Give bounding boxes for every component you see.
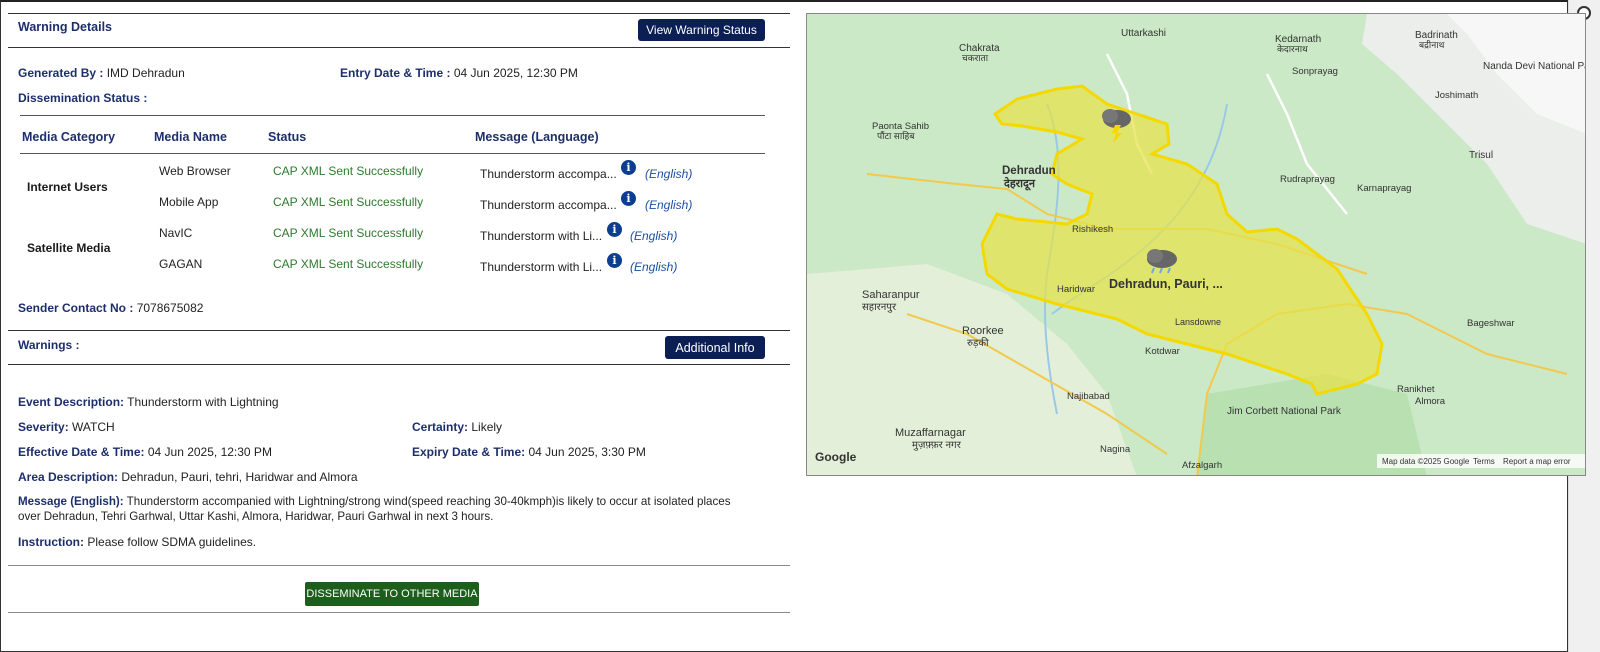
- map-place-label: Trisul: [1469, 150, 1493, 161]
- table-row-media-name: GAGAN: [159, 257, 203, 271]
- map-place-label: मुज़फ़्फ़र नगर: [912, 440, 962, 451]
- area-description: Area Description: Dehradun, Pauri, tehri…: [18, 470, 358, 484]
- map-place-label: Bageshwar: [1467, 318, 1515, 329]
- sender-contact: Sender Contact No : 7078675082: [18, 301, 204, 315]
- generated-by: Generated By : IMD Dehradun: [18, 66, 185, 80]
- certainty: Certainty: Likely: [412, 420, 503, 434]
- map-place-label: Roorkee: [962, 325, 1004, 337]
- divider: [8, 565, 790, 566]
- map-terms-link[interactable]: Terms: [1473, 457, 1495, 466]
- column-header-status: Status: [268, 130, 307, 144]
- expiry-date-time: Expiry Date & Time: 04 Jun 2025, 3:30 PM: [412, 445, 646, 459]
- map-place-label: Rudraprayag: [1280, 174, 1335, 185]
- google-logo: Google: [815, 450, 857, 464]
- map-place-label: Kotdwar: [1145, 346, 1180, 357]
- map-attribution: Map data ©2025 Google: [1382, 457, 1470, 466]
- table-row-language-link[interactable]: (English): [645, 198, 692, 212]
- message-english: Message (English): Thunderstorm accompan…: [18, 495, 731, 523]
- info-icon[interactable]: i: [607, 222, 622, 237]
- table-divider: [20, 153, 765, 154]
- entry-date-time: Entry Date & Time : 04 Jun 2025, 12:30 P…: [340, 66, 578, 80]
- table-row-message: Thunderstorm accompa...: [480, 198, 617, 212]
- table-divider: [20, 115, 765, 116]
- dissemination-status-label: Dissemination Status :: [18, 91, 148, 105]
- map-place-label: केदारनाथ: [1277, 43, 1308, 54]
- info-icon[interactable]: i: [621, 160, 636, 175]
- divider: [8, 13, 790, 14]
- map-place-label: Ranikhet: [1397, 384, 1435, 395]
- column-header-message: Message (Language): [475, 130, 599, 144]
- map-place-label: Almora: [1415, 396, 1446, 407]
- map-place-label: Jim Corbett National Park: [1227, 406, 1342, 417]
- map-place-label: बद्रीनाथ: [1419, 39, 1445, 50]
- map-place-label: चकराता: [962, 53, 989, 63]
- warning-area-map[interactable]: Dehradun, Pauri, ... Dehradun देहरादून S…: [806, 13, 1586, 476]
- column-header-media-name: Media Name: [154, 130, 227, 144]
- map-place-label: Haridwar: [1057, 284, 1095, 295]
- category-internet-users: Internet Users: [27, 180, 108, 194]
- warning-area-label: Dehradun, Pauri, ...: [1109, 277, 1223, 291]
- map-place-label: Karnaprayag: [1357, 183, 1411, 194]
- table-row-media-name: Web Browser: [159, 164, 231, 178]
- instruction: Instruction: Please follow SDMA guidelin…: [18, 535, 257, 549]
- map-place-label: पौंटा साहिब: [877, 130, 915, 141]
- event-description: Event Description: Thunderstorm with Lig…: [18, 395, 279, 409]
- section-title: Warning Details: [18, 20, 112, 34]
- additional-info-button[interactable]: Additional Info: [665, 336, 765, 359]
- severity: Severity: WATCH: [18, 420, 115, 434]
- map-place-label: Saharanpur: [862, 289, 920, 301]
- map-place-label: Lansdowne: [1175, 317, 1221, 327]
- map-place-label: देहरादून: [1003, 176, 1036, 191]
- table-row-status: CAP XML Sent Successfully: [273, 226, 424, 240]
- map-place-label: Sonprayag: [1292, 66, 1338, 77]
- map-place-label: Rishikesh: [1072, 224, 1113, 235]
- divider: [8, 47, 790, 48]
- table-row-media-name: Mobile App: [159, 195, 219, 209]
- table-row-message: Thunderstorm accompa...: [480, 167, 617, 181]
- divider: [8, 330, 790, 331]
- disseminate-to-other-media-button[interactable]: DISSEMINATE TO OTHER MEDIA: [305, 582, 479, 606]
- table-row-language-link[interactable]: (English): [630, 260, 677, 274]
- effective-date-time: Effective Date & Time: 04 Jun 2025, 12:3…: [18, 445, 272, 459]
- map-place-label: सहारनपुर: [862, 302, 897, 313]
- report-map-error-link[interactable]: Report a map error: [1503, 457, 1571, 466]
- table-row-status: CAP XML Sent Successfully: [273, 257, 424, 271]
- map-place-label: रुड़की: [967, 337, 989, 349]
- table-row-language-link[interactable]: (English): [645, 167, 692, 181]
- info-icon[interactable]: i: [607, 253, 622, 268]
- warnings-label: Warnings :: [18, 338, 80, 352]
- table-row-status: CAP XML Sent Successfully: [273, 195, 424, 209]
- map-place-label: Afzalgarh: [1182, 460, 1222, 471]
- divider: [8, 364, 790, 365]
- map-canvas[interactable]: Dehradun, Pauri, ... Dehradun देहरादून S…: [807, 14, 1586, 476]
- divider: [8, 612, 790, 613]
- map-place-label: Joshimath: [1435, 90, 1478, 101]
- table-row-media-name: NavIC: [159, 226, 193, 240]
- category-satellite-media: Satellite Media: [27, 241, 111, 255]
- warning-details-panel: Warning Details View Warning Status Gene…: [8, 0, 790, 652]
- table-row-language-link[interactable]: (English): [630, 229, 677, 243]
- map-place-label: Nagina: [1100, 444, 1131, 455]
- column-header-media-category: Media Category: [22, 130, 116, 144]
- table-row-status: CAP XML Sent Successfully: [273, 164, 424, 178]
- map-place-label: Uttarkashi: [1121, 28, 1166, 39]
- map-place-label: Muzaffarnagar: [895, 427, 966, 439]
- info-icon[interactable]: i: [621, 191, 636, 206]
- view-warning-status-button[interactable]: View Warning Status: [638, 19, 765, 41]
- table-row-message: Thunderstorm with Li...: [480, 260, 603, 274]
- table-row-message: Thunderstorm with Li...: [480, 229, 603, 243]
- map-place-label: Najibabad: [1067, 391, 1110, 402]
- map-place-label: Dehradun: [1002, 165, 1056, 177]
- map-place-label: Nanda Devi National Park: [1483, 61, 1586, 72]
